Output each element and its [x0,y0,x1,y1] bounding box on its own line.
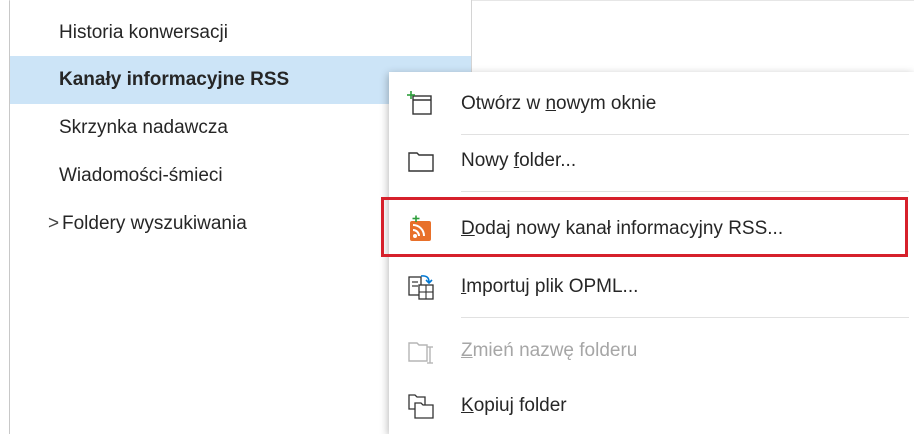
folder-item-conversation-history[interactable]: Historia konwersacji [10,9,471,57]
highlight-annotation-box [381,197,908,257]
folder-label: Foldery wyszukiwania [62,213,247,234]
menu-item-new-folder[interactable]: Nowy folder... [389,138,914,184]
folder-label: Wiadomości-śmieci [59,165,223,186]
menu-item-copy-folder[interactable]: Kopiuj folder [389,383,914,429]
open-new-window-icon [407,91,432,115]
menu-item-label: Zmień nazwę folderu [461,340,638,361]
menu-separator [461,317,909,318]
menu-item-label: Otwórz w nowym oknie [461,93,657,114]
outlook-window: Historia konwersacji Kanały informacyjne… [0,0,914,434]
rename-folder-icon [408,342,433,364]
menu-item-rename-folder: Zmień nazwę folderu [389,328,914,374]
folder-label: Historia konwersacji [59,22,228,43]
folder-icon [408,152,434,172]
menu-item-open-new-window[interactable]: Otwórz w nowym oknie [389,81,914,127]
import-opml-icon [408,275,434,300]
menu-separator [461,191,909,192]
folder-label: Skrzynka nadawcza [59,117,228,138]
chevron-right-icon[interactable]: > [48,200,59,248]
folder-label: Kanały informacyjne RSS [59,69,290,90]
menu-item-label: Kopiuj folder [461,395,567,416]
menu-item-import-opml[interactable]: Importuj plik OPML... [389,264,914,310]
menu-item-label: Nowy folder... [461,150,577,171]
copy-folder-icon [408,394,434,419]
menu-separator [461,134,909,135]
menu-item-label: Importuj plik OPML... [461,276,639,297]
